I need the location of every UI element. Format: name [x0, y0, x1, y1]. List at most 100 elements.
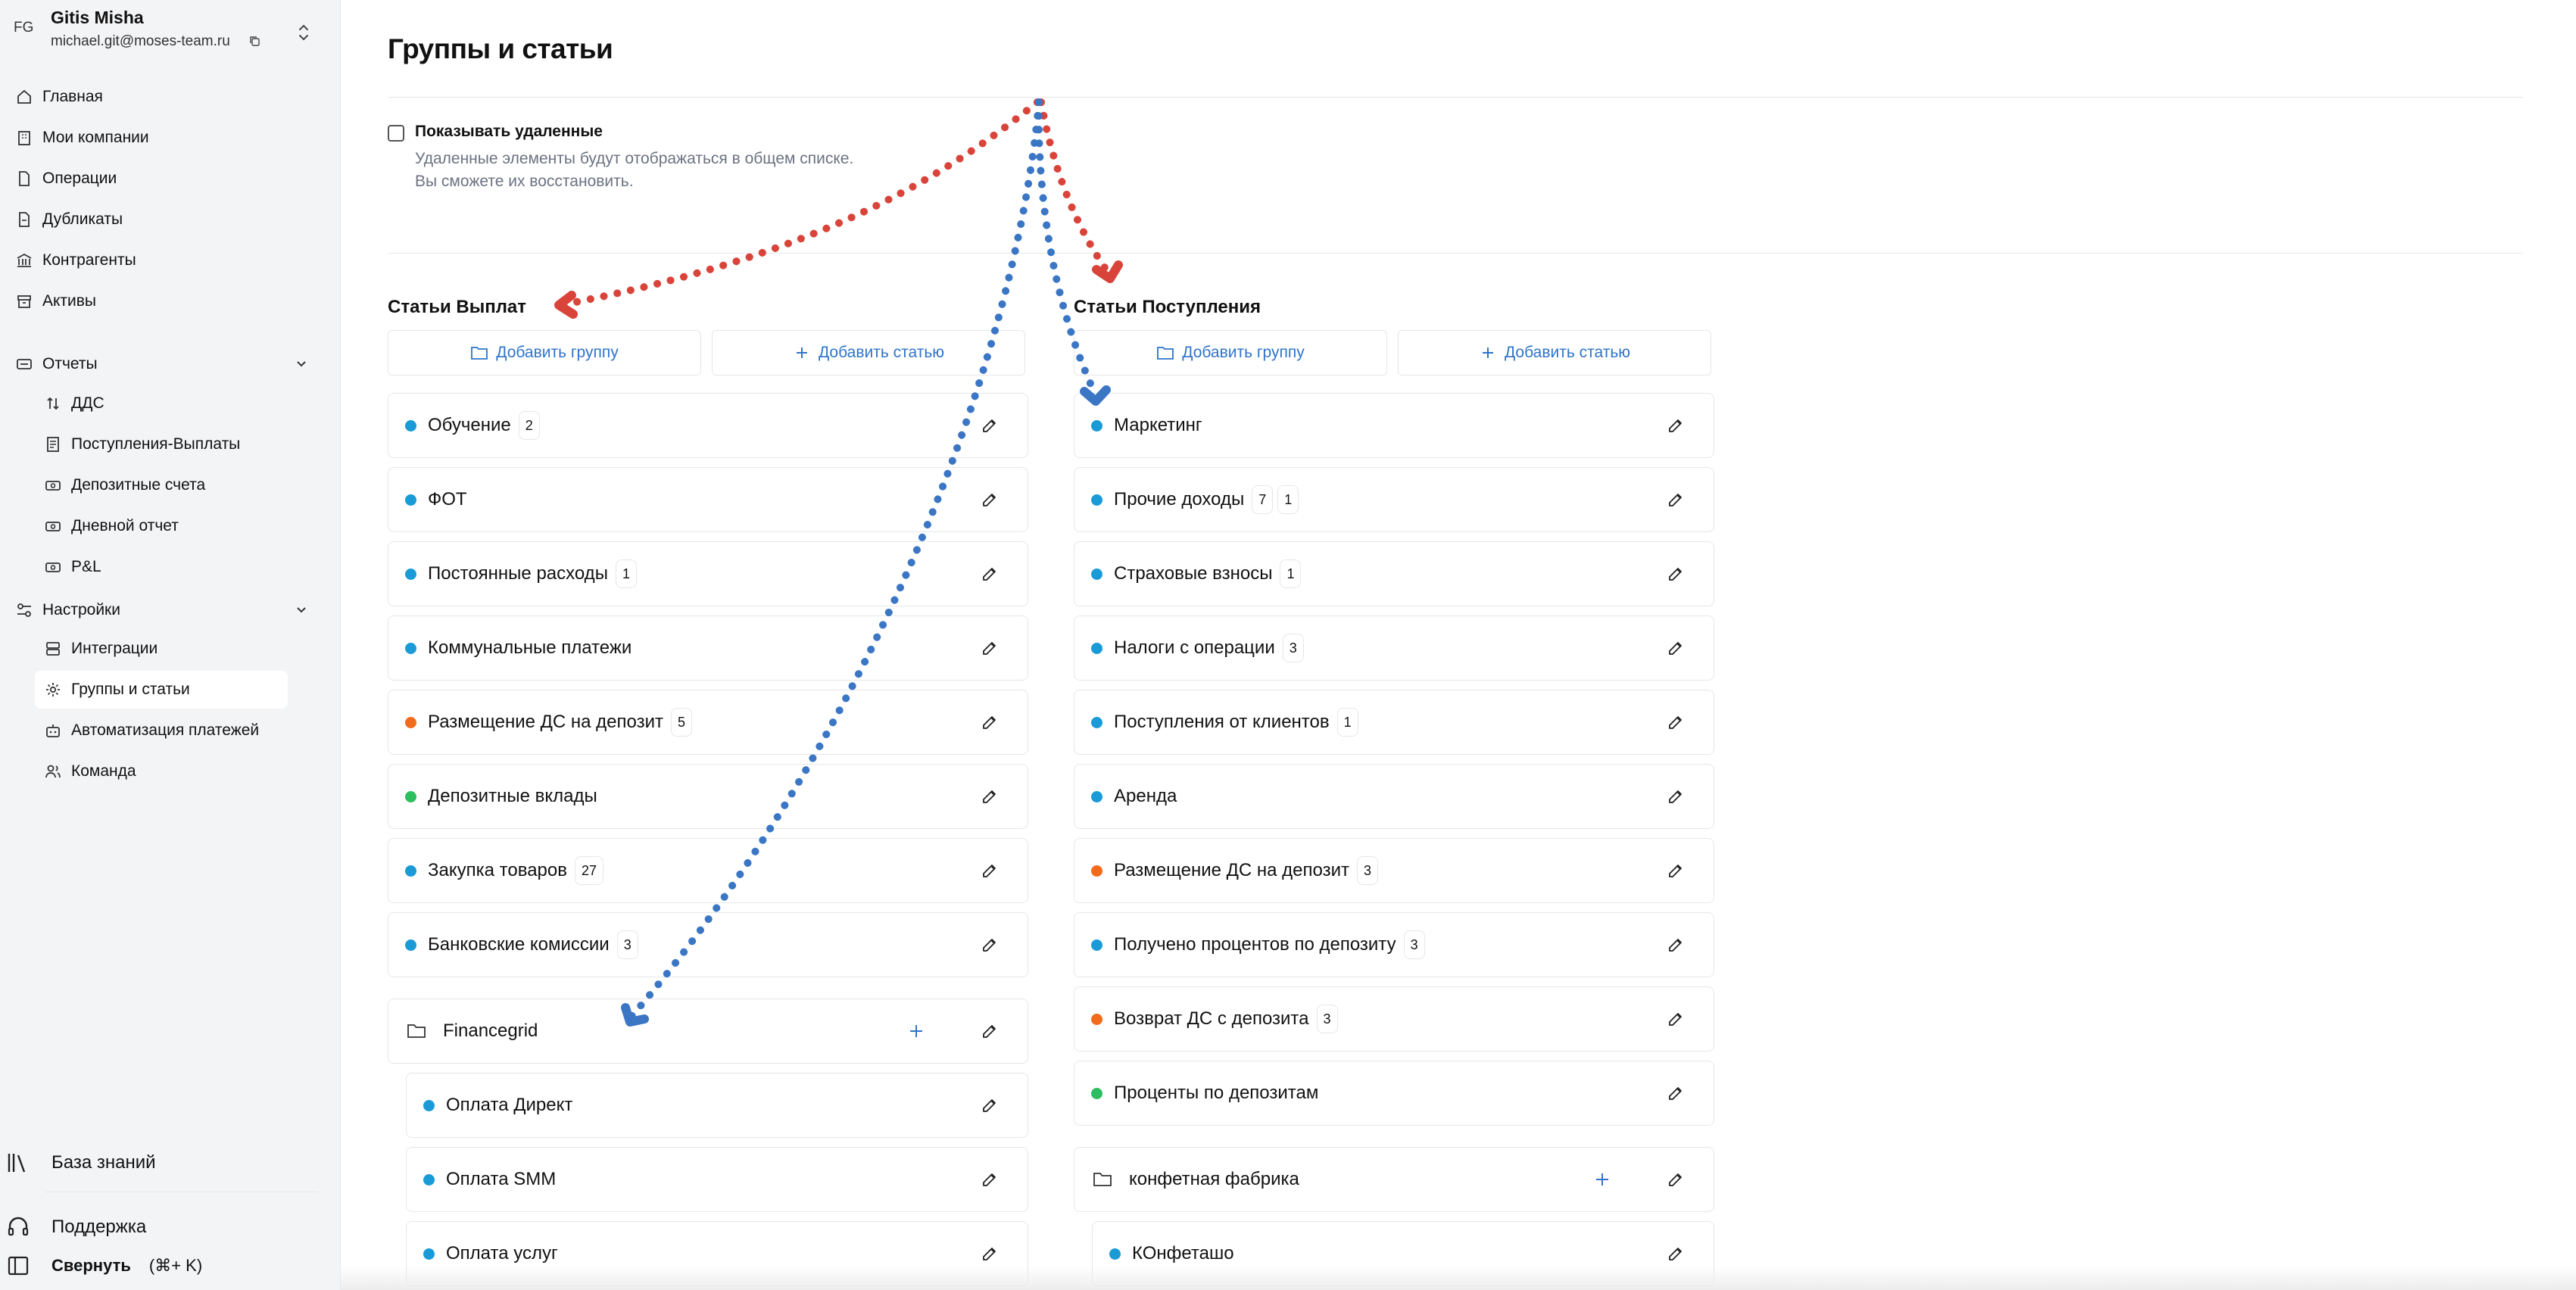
payouts-add-group-button[interactable]: Добавить группу [388, 330, 701, 375]
copy-icon[interactable] [248, 35, 260, 47]
archive-icon [15, 292, 33, 310]
nav-payment-automation[interactable]: Автоматизация платежей [35, 712, 288, 749]
edit-pencil-icon[interactable] [1667, 565, 1685, 583]
article-row[interactable]: Поступления от клиентов 1 [1074, 690, 1714, 755]
edit-pencil-icon[interactable] [1667, 936, 1685, 954]
edit-pencil-icon[interactable] [981, 1096, 999, 1114]
incomes-add-article-button[interactable]: Добавить статью [1398, 330, 1711, 375]
nav-pnl[interactable]: P&L [35, 548, 288, 586]
group-row[interactable]: Financegrid [388, 999, 1028, 1064]
nav-integrations[interactable]: Интеграции [35, 630, 288, 668]
article-row[interactable]: Маркетинг [1074, 393, 1714, 458]
edit-pencil-icon[interactable] [981, 787, 999, 805]
color-dot [405, 568, 416, 580]
edit-pencil-icon[interactable] [981, 1170, 999, 1189]
article-row[interactable]: Возврат ДС с депозита 3 [1074, 986, 1714, 1052]
edit-pencil-icon[interactable] [981, 936, 999, 954]
chevron-down-icon[interactable] [292, 600, 310, 619]
article-row[interactable]: Закупка товаров 27 [388, 838, 1028, 903]
edit-pencil-icon[interactable] [1667, 639, 1685, 657]
article-label: ФОТ [428, 489, 467, 509]
divider [388, 253, 2523, 254]
article-row[interactable]: Оплата Директ [406, 1073, 1028, 1138]
article-label: Размещение ДС на депозит [428, 712, 663, 732]
color-dot [1091, 494, 1102, 506]
article-row[interactable]: Банковские комиссии 3 [388, 912, 1028, 977]
edit-pencil-icon[interactable] [1667, 1010, 1685, 1028]
nav-support[interactable]: Поддержка [6, 1208, 324, 1246]
color-dot [1109, 1248, 1121, 1260]
count-badge: 5 [671, 708, 693, 737]
color-dot [405, 642, 416, 654]
nav-settings[interactable]: Настройки [15, 591, 310, 629]
nav-team[interactable]: Команда [35, 752, 288, 790]
nav-dds[interactable]: ДДС [35, 385, 288, 422]
show-deleted-checkbox[interactable] [388, 125, 404, 142]
nav-groups-articles[interactable]: Группы и статьи [35, 671, 288, 709]
edit-pencil-icon[interactable] [981, 491, 999, 509]
reports-icon [15, 355, 33, 373]
article-row[interactable]: Страховые взносы 1 [1074, 541, 1714, 606]
article-row[interactable]: Аренда [1074, 764, 1714, 829]
edit-pencil-icon[interactable] [1667, 1170, 1685, 1189]
collapse-sidebar-button[interactable]: Свернуть (⌘+ K) [6, 1247, 324, 1285]
show-deleted-label[interactable]: Показывать удаленные [415, 123, 603, 141]
incomes-add-group-button[interactable]: Добавить группу [1074, 330, 1387, 375]
nav-knowledge-base[interactable]: База знаний [6, 1144, 324, 1182]
nav-operations[interactable]: Операции [15, 160, 310, 198]
nav-reports[interactable]: Отчеты [15, 345, 310, 383]
group-row[interactable]: конфетная фабрика [1074, 1147, 1714, 1212]
article-row[interactable]: Размещение ДС на депозит 5 [388, 690, 1028, 755]
article-label: Постоянные расходы [428, 563, 608, 584]
page-title: Группы и статьи [388, 33, 613, 64]
nav-duplicates[interactable]: Дубликаты [15, 201, 310, 238]
color-dot [405, 939, 416, 951]
edit-pencil-icon[interactable] [981, 416, 999, 435]
article-row[interactable]: Получено процентов по депозиту 3 [1074, 912, 1714, 977]
color-dot [1091, 1013, 1102, 1025]
article-row[interactable]: Размещение ДС на депозит 3 [1074, 838, 1714, 903]
nav-companies[interactable]: Мои компании [15, 119, 310, 157]
edit-pencil-icon[interactable] [1667, 787, 1685, 805]
edit-pencil-icon[interactable] [1667, 491, 1685, 509]
edit-pencil-icon[interactable] [1667, 862, 1685, 880]
nav-daily-report[interactable]: Дневной отчет [35, 507, 288, 545]
edit-pencil-icon[interactable] [1667, 416, 1685, 435]
user-switcher[interactable]: FG Gitis Misha michael.git@moses-team.ru [0, 0, 341, 68]
nav-home[interactable]: Главная [15, 78, 310, 116]
nav-home-label: Главная [42, 88, 103, 105]
color-dot [423, 1173, 435, 1186]
chevron-down-icon[interactable] [292, 354, 310, 372]
edit-pencil-icon[interactable] [981, 1245, 999, 1263]
article-row[interactable]: ФОТ [388, 467, 1028, 532]
user-email: michael.git@moses-team.ru [51, 33, 230, 49]
article-row[interactable]: Обучение 2 [388, 393, 1028, 458]
article-row[interactable]: Оплата SMM [406, 1147, 1028, 1212]
edit-pencil-icon[interactable] [981, 1022, 999, 1040]
add-to-group-plus-icon[interactable] [1594, 1171, 1611, 1188]
payouts-add-article-label: Добавить статью [818, 344, 945, 361]
chevron-up-down-icon[interactable] [295, 21, 312, 44]
add-to-group-plus-icon[interactable] [908, 1023, 925, 1039]
color-dot [1091, 1087, 1102, 1099]
article-row[interactable]: Постоянные расходы 1 [388, 541, 1028, 606]
edit-pencil-icon[interactable] [981, 862, 999, 880]
article-row[interactable]: Депозитные вклады [388, 764, 1028, 829]
edit-pencil-icon[interactable] [981, 565, 999, 583]
edit-pencil-icon[interactable] [1667, 1245, 1685, 1263]
nav-deposit-accounts[interactable]: Депозитные счета [35, 466, 288, 504]
edit-pencil-icon[interactable] [1667, 1084, 1685, 1102]
article-label: Страховые взносы [1114, 563, 1273, 584]
nav-counterparties[interactable]: Контрагенты [15, 241, 310, 279]
nav-income-payouts[interactable]: Поступления-Выплаты [35, 425, 288, 463]
payouts-add-article-button[interactable]: Добавить статью [712, 330, 1025, 375]
nav-assets[interactable]: Активы [15, 282, 310, 320]
edit-pencil-icon[interactable] [981, 639, 999, 657]
article-row[interactable]: Коммунальные платежи [388, 615, 1028, 681]
show-deleted-description: Вы сможете их восстановить. [415, 173, 634, 190]
edit-pencil-icon[interactable] [981, 713, 999, 731]
article-row[interactable]: Прочие доходы 7 1 [1074, 467, 1714, 532]
article-row[interactable]: Налоги с операции 3 [1074, 615, 1714, 681]
article-row[interactable]: Проценты по депозитам [1074, 1061, 1714, 1126]
edit-pencil-icon[interactable] [1667, 713, 1685, 731]
